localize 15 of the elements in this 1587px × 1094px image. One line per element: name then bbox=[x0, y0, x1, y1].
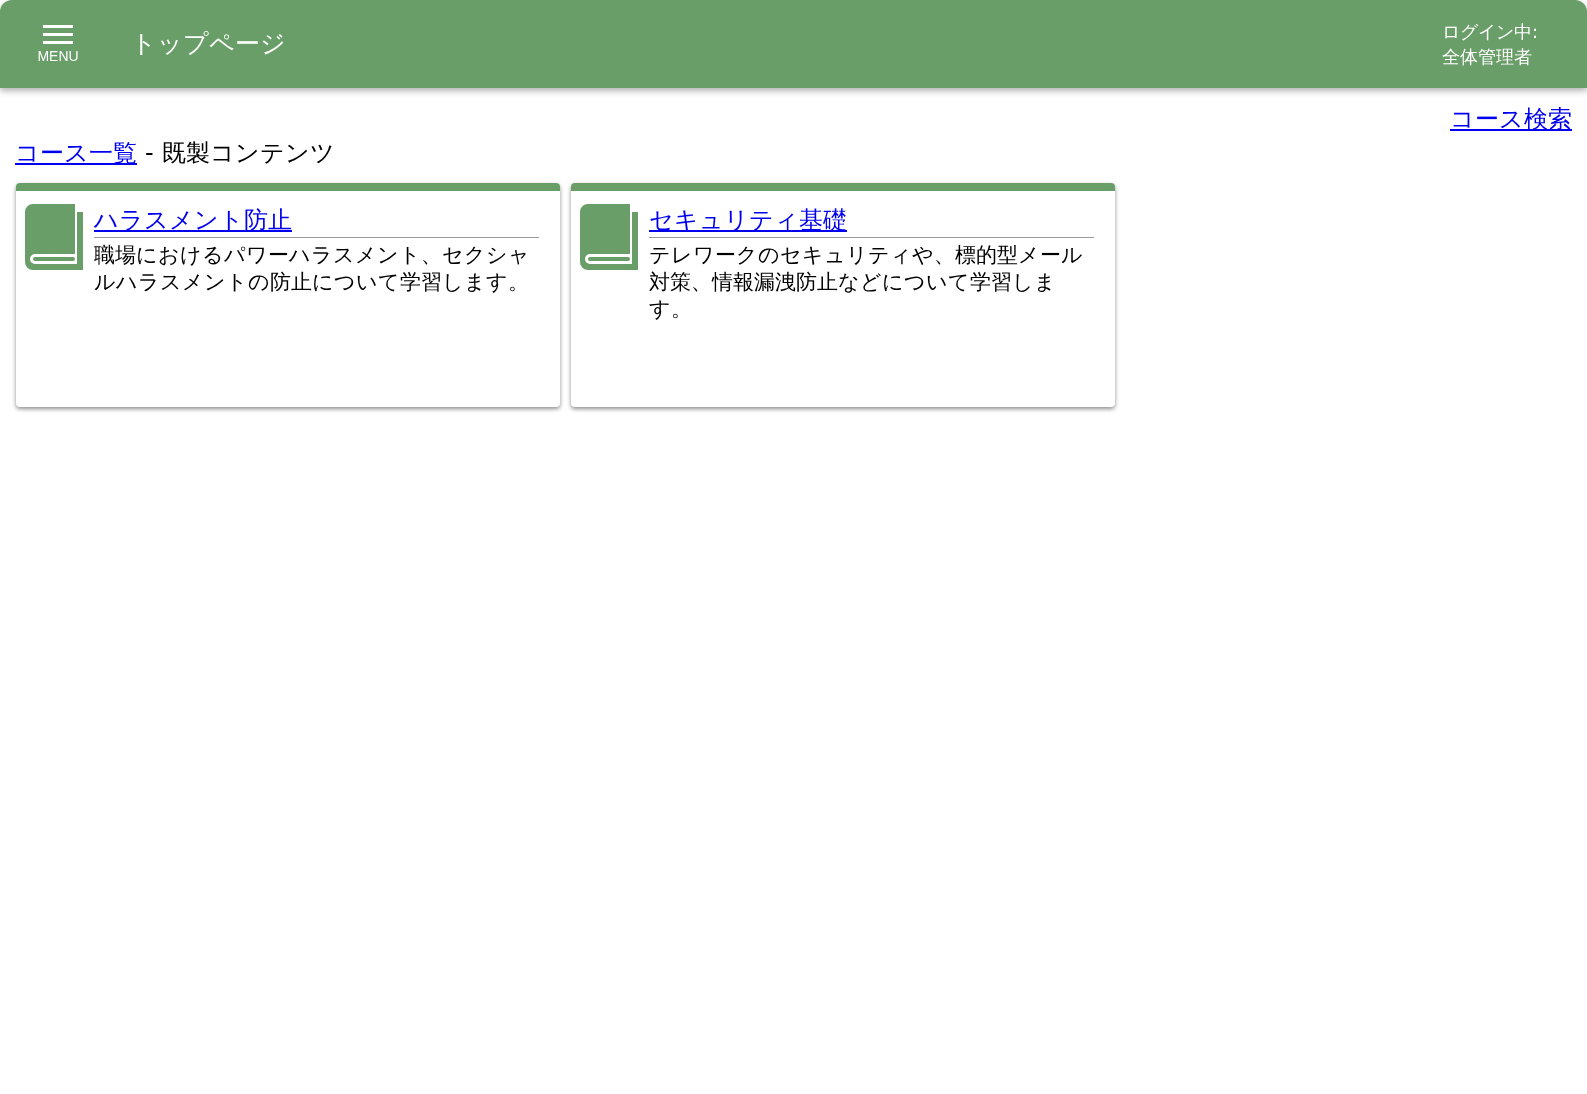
course-description: 職場におけるパワーハラスメント、セクシャルハラスメントの防止について学習します。 bbox=[94, 242, 531, 296]
page-title: トップページ bbox=[131, 28, 286, 61]
login-status-label: ログイン中: bbox=[1442, 20, 1540, 44]
course-description: テレワークのセキュリティや、標的型メール対策、情報漏洩防止などについて学習します。 bbox=[649, 242, 1084, 323]
course-title-link[interactable]: セキュリティ基礎 bbox=[649, 206, 847, 234]
breadcrumb-separator: - bbox=[145, 138, 154, 169]
login-user-name: 全体管理者 bbox=[1442, 45, 1533, 69]
course-list-link[interactable]: コース一覧 bbox=[15, 137, 137, 169]
book-icon bbox=[580, 204, 638, 270]
menu-icon bbox=[43, 24, 73, 46]
course-title-link[interactable]: ハラスメント防止 bbox=[94, 206, 292, 234]
course-search-link[interactable]: コース検索 bbox=[1450, 103, 1572, 135]
book-icon bbox=[25, 204, 83, 270]
menu-label: MENU bbox=[37, 48, 79, 64]
breadcrumb-current: 既製コンテンツ bbox=[161, 138, 335, 169]
